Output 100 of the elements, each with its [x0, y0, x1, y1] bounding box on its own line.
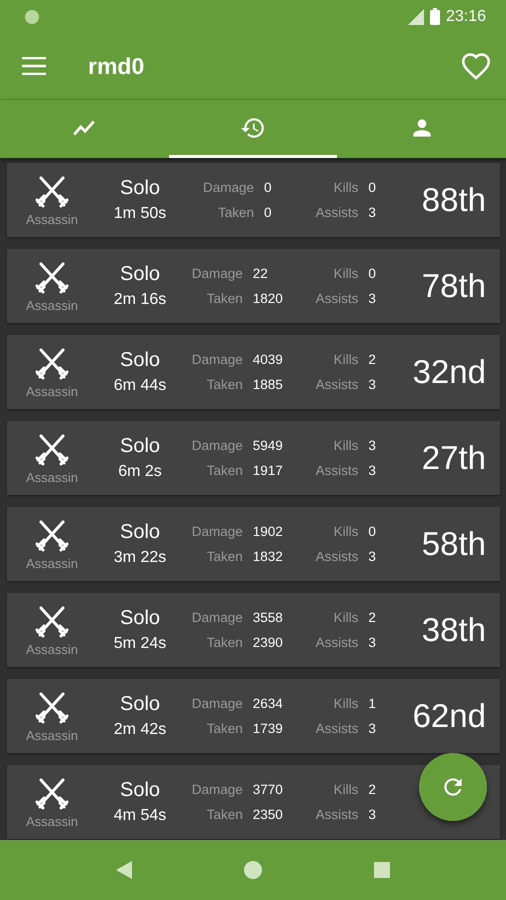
stat-label: Damage — [192, 782, 243, 797]
class-name: Assassin — [26, 212, 78, 226]
stat-label: Kills — [332, 610, 358, 625]
battery-icon — [430, 8, 440, 25]
stat-label: Taken — [206, 635, 243, 650]
stat-label: Taken — [206, 549, 243, 564]
stat-value: 1739 — [252, 721, 283, 736]
game-mode: Solo — [120, 521, 160, 544]
match-duration: 4m 54s — [114, 807, 166, 825]
crossed-swords-icon — [34, 174, 70, 210]
stat-label: Damage — [192, 696, 243, 711]
stat-label: Assists — [316, 635, 358, 650]
stat-label: Assists — [316, 205, 358, 220]
stat-value: 1832 — [252, 549, 283, 564]
stat-label: Damage — [192, 524, 243, 539]
stat-label: Assists — [316, 463, 358, 478]
stat-label: Kills — [332, 438, 358, 453]
stat-label: Damage — [192, 352, 243, 367]
stat-label: Taken — [206, 377, 243, 392]
stat-label: Kills — [332, 266, 358, 281]
stat-value: 2634 — [252, 696, 283, 711]
match-duration: 2m 16s — [114, 291, 166, 309]
match-card[interactable]: Assassin Solo 1m 50s Damage 0 Taken 0 Kills 0 Assists 3 88th — [7, 163, 500, 237]
stat-value: 3558 — [252, 610, 283, 625]
stat-value: 2390 — [252, 635, 283, 650]
stat-value: 3 — [368, 807, 376, 822]
crossed-swords-icon — [34, 518, 70, 554]
stat-label: Kills — [332, 352, 358, 367]
stat-label: Assists — [316, 377, 358, 392]
class-name: Assassin — [26, 814, 78, 828]
stat-label: Assists — [316, 807, 358, 822]
stat-value: 1902 — [252, 524, 283, 539]
stat-value: 0 — [368, 524, 376, 539]
match-card[interactable]: Assassin Solo 3m 22s Damage 1902 Taken 1832 Kills 0 Assists 3 58th — [7, 507, 500, 581]
crossed-swords-icon — [34, 690, 70, 726]
stat-label: Damage — [202, 180, 254, 195]
match-card[interactable]: Assassin Solo 4m 54s Damage 3770 Taken 2350 Kills 2 Assists 3 — [7, 765, 500, 839]
class-name: Assassin — [26, 642, 78, 656]
match-card[interactable]: Assassin Solo 5m 24s Damage 3558 Taken 2390 Kills 2 Assists 3 38th — [7, 593, 500, 667]
stat-value: 3 — [368, 635, 376, 650]
stat-label: Damage — [192, 266, 243, 281]
stat-value: 3 — [368, 205, 376, 220]
heart-icon[interactable] — [460, 52, 492, 80]
stat-label: Taken — [216, 205, 254, 220]
match-card[interactable]: Assassin Solo 2m 42s Damage 2634 Taken 1739 Kills 1 Assists 3 62nd — [7, 679, 500, 753]
game-mode: Solo — [120, 349, 160, 372]
stat-value: 0 — [264, 180, 272, 195]
match-card[interactable]: Assassin Solo 2m 16s Damage 22 Taken 1820 Kills 0 Assists 3 78th — [7, 249, 500, 323]
stat-value: 5949 — [252, 438, 283, 453]
stat-label: Taken — [206, 721, 243, 736]
stat-value: 2350 — [252, 807, 283, 822]
placement: 38th — [420, 611, 487, 649]
stat-value: 0 — [368, 266, 376, 281]
stat-label: Kills — [332, 180, 358, 195]
match-duration: 5m 24s — [114, 635, 166, 653]
stat-value: 2 — [368, 610, 376, 625]
stat-value: 4039 — [252, 352, 283, 367]
stat-value: 3 — [368, 463, 376, 478]
match-duration: 6m 44s — [114, 377, 166, 395]
game-mode: Solo — [120, 177, 160, 200]
menu-icon[interactable] — [22, 57, 46, 75]
clock-text: 23:16 — [446, 8, 486, 26]
stat-label: Kills — [332, 782, 358, 797]
stat-value: 1917 — [252, 463, 283, 478]
stat-label: Damage — [192, 438, 243, 453]
class-name: Assassin — [26, 298, 78, 312]
match-card[interactable]: Assassin Solo 6m 44s Damage 4039 Taken 1885 Kills 2 Assists 3 32nd — [7, 335, 500, 409]
stat-value: 3 — [368, 291, 376, 306]
game-mode: Solo — [120, 263, 160, 286]
stat-value: 3 — [368, 549, 376, 564]
crossed-swords-icon — [34, 432, 70, 468]
back-icon[interactable] — [116, 861, 132, 879]
match-card[interactable]: Assassin Solo 6m 2s Damage 5949 Taken 1917 Kills 3 Assists 3 27th — [7, 421, 500, 495]
match-duration: 2m 42s — [114, 721, 166, 739]
stat-value: 0 — [264, 205, 272, 220]
stat-value: 2 — [368, 352, 376, 367]
stat-value: 22 — [252, 266, 269, 281]
game-mode: Solo — [120, 435, 160, 458]
match-duration: 6m 2s — [118, 463, 162, 481]
crossed-swords-icon — [34, 776, 70, 812]
stat-label: Assists — [316, 721, 358, 736]
stat-label: Kills — [332, 524, 358, 539]
game-mode: Solo — [120, 779, 160, 802]
placement: 58th — [420, 525, 487, 563]
stat-value: 2 — [368, 782, 376, 797]
stat-label: Assists — [316, 549, 358, 564]
app-title: rmd0 — [88, 52, 144, 80]
class-name: Assassin — [26, 556, 78, 570]
placement: 78th — [420, 267, 487, 305]
class-name: Assassin — [26, 728, 78, 742]
class-name: Assassin — [26, 470, 78, 484]
stat-label: Taken — [206, 463, 243, 478]
stat-label: Kills — [332, 696, 358, 711]
placement: 32nd — [412, 353, 487, 391]
crossed-swords-icon — [34, 346, 70, 382]
placement: 27th — [420, 439, 487, 477]
match-duration: 1m 50s — [114, 205, 166, 223]
notification-dot-icon — [25, 10, 39, 24]
stat-value: 1820 — [252, 291, 283, 306]
home-icon[interactable] — [244, 861, 262, 879]
